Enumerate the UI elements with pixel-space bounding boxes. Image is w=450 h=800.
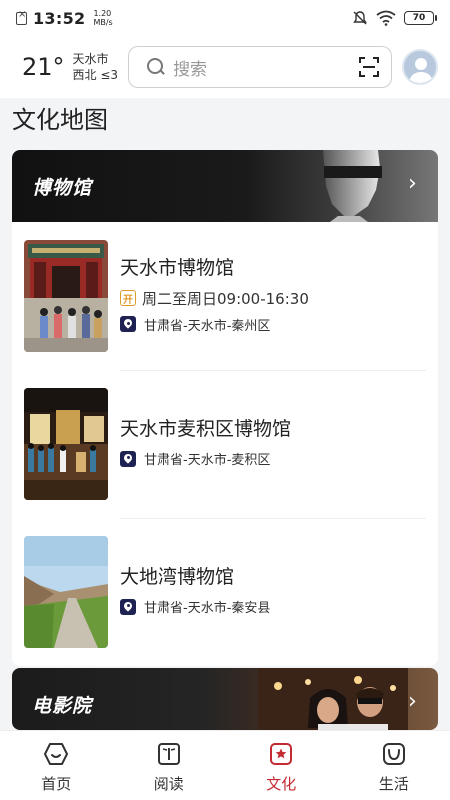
tab-label: 阅读	[153, 775, 184, 793]
no-sim-icon	[16, 9, 27, 25]
cinema-image	[258, 668, 408, 730]
list-item[interactable]: 天水市麦积区博物馆 甘肃省-天水市-麦积区	[12, 370, 438, 518]
museum-name: 天水市麦积区博物馆	[120, 418, 292, 440]
location-icon	[120, 450, 136, 467]
location-icon	[120, 598, 136, 615]
status-time: 13:52	[33, 8, 86, 28]
weather-info[interactable]: 天水市 西北 ≤3	[73, 51, 119, 83]
tab-label: 文化	[266, 775, 297, 793]
book-icon	[157, 743, 180, 765]
tab-home[interactable]: 首页	[0, 731, 113, 800]
cinema-category-card: 电影院 ›	[12, 668, 438, 730]
museum-photo	[24, 388, 108, 500]
battery-icon: 70	[404, 11, 437, 25]
museum-photo	[24, 536, 108, 648]
home-icon	[44, 743, 69, 765]
museum-category-card: 博物馆 › 天水市博物馆 开 周二至周日09:00-16:30 甘肃省-天水市-…	[12, 150, 438, 666]
bottom-tab-bar: 首页 阅读 文化 生活	[0, 730, 450, 800]
net-speed: 1.20 MB/s	[93, 9, 113, 27]
tab-label: 生活	[378, 775, 409, 793]
location-text: 甘肃省-天水市-秦州区	[144, 318, 271, 334]
search-placeholder: 搜索	[173, 59, 208, 80]
museum-category-header[interactable]: 博物馆 ›	[12, 150, 438, 222]
list-item[interactable]: 天水市博物馆 开 周二至周日09:00-16:30 甘肃省-天水市-秦州区	[12, 222, 438, 370]
museum-name: 天水市博物馆	[120, 256, 235, 279]
location-icon	[120, 316, 136, 332]
opening-hours: 周二至周日09:00-16:30	[142, 289, 309, 308]
avatar[interactable]	[402, 49, 438, 85]
mute-icon	[353, 11, 367, 25]
cinema-category-header[interactable]: 电影院 ›	[12, 668, 438, 730]
wind-info: 西北 ≤3	[72, 68, 119, 82]
museum-name: 大地湾博物馆	[120, 566, 235, 588]
scan-icon[interactable]	[359, 57, 380, 77]
list-item[interactable]: 大地湾博物馆 甘肃省-天水市-秦安县	[12, 518, 438, 666]
tab-label: 首页	[41, 775, 72, 793]
chevron-right-icon[interactable]: ›	[408, 691, 422, 713]
page-title: 文化地图	[12, 106, 108, 134]
location-text: 甘肃省-天水市-秦安县	[144, 601, 271, 616]
status-bar: 13:52 1.20 MB/s 70	[0, 0, 450, 36]
museum-photo	[24, 240, 108, 352]
wifi-icon	[376, 10, 396, 26]
tab-culture[interactable]: 文化	[225, 731, 338, 800]
life-icon	[382, 743, 405, 765]
tab-life[interactable]: 生活	[338, 731, 450, 800]
culture-icon	[270, 743, 293, 765]
tab-reading[interactable]: 阅读	[113, 731, 226, 800]
top-header: 21° 天水市 西北 ≤3 搜索	[0, 36, 450, 98]
chevron-right-icon[interactable]: ›	[408, 173, 422, 195]
temperature: 21°	[22, 53, 65, 81]
statue-image	[323, 150, 382, 222]
category-title: 电影院	[32, 694, 93, 717]
search-input[interactable]: 搜索	[128, 46, 393, 88]
location-text: 甘肃省-天水市-麦积区	[144, 453, 271, 468]
open-hours-icon: 开	[120, 290, 136, 306]
category-title: 博物馆	[32, 176, 93, 199]
search-icon	[147, 58, 165, 76]
city-name: 天水市	[72, 52, 109, 66]
